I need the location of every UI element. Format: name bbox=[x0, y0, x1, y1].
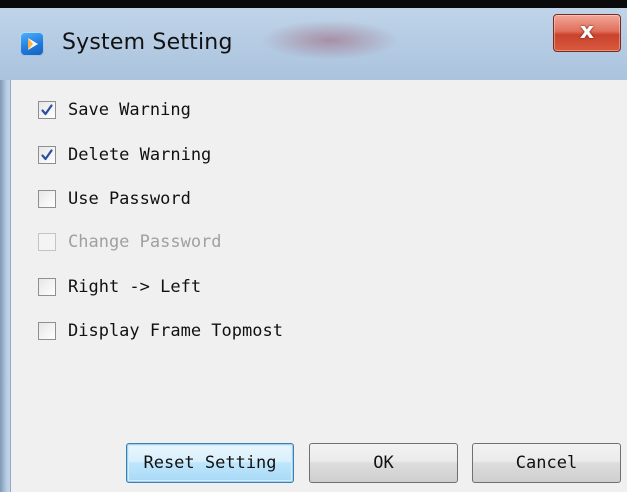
save-warning-label: Save Warning bbox=[68, 100, 191, 120]
app-logo-icon bbox=[20, 32, 44, 56]
save-warning-checkbox[interactable] bbox=[38, 101, 56, 119]
option-change-password: Change Password bbox=[38, 230, 222, 254]
window-top-edge bbox=[0, 0, 627, 8]
close-button[interactable]: x bbox=[553, 14, 621, 52]
window-left-border bbox=[0, 80, 10, 492]
check-mark-icon bbox=[41, 149, 53, 161]
use-password-checkbox[interactable] bbox=[38, 190, 56, 208]
title-bar[interactable]: System Setting x bbox=[0, 0, 627, 80]
right-to-left-label: Right -> Left bbox=[68, 277, 202, 297]
change-password-checkbox bbox=[38, 233, 56, 251]
display-frame-topmost-label: Display Frame Topmost bbox=[68, 321, 283, 341]
option-use-password[interactable]: Use Password bbox=[38, 187, 191, 211]
delete-warning-label: Delete Warning bbox=[68, 145, 212, 165]
window-title: System Setting bbox=[62, 30, 233, 55]
right-to-left-checkbox[interactable] bbox=[38, 278, 56, 296]
change-password-label: Change Password bbox=[68, 232, 222, 252]
cancel-button[interactable]: Cancel bbox=[472, 443, 621, 483]
system-setting-dialog: System Setting x Save Warning Delete War… bbox=[0, 0, 627, 492]
check-mark-icon bbox=[41, 104, 53, 116]
option-save-warning[interactable]: Save Warning bbox=[38, 98, 191, 122]
reset-setting-button[interactable]: Reset Setting bbox=[126, 443, 294, 483]
option-display-frame-topmost[interactable]: Display Frame Topmost bbox=[38, 319, 283, 343]
option-delete-warning[interactable]: Delete Warning bbox=[38, 143, 211, 167]
title-bar-reflection bbox=[260, 20, 400, 60]
ok-button[interactable]: OK bbox=[309, 443, 458, 483]
option-right-to-left[interactable]: Right -> Left bbox=[38, 275, 201, 299]
use-password-label: Use Password bbox=[68, 189, 191, 209]
delete-warning-checkbox[interactable] bbox=[38, 146, 56, 164]
display-frame-topmost-checkbox[interactable] bbox=[38, 322, 56, 340]
close-icon: x bbox=[579, 19, 595, 44]
